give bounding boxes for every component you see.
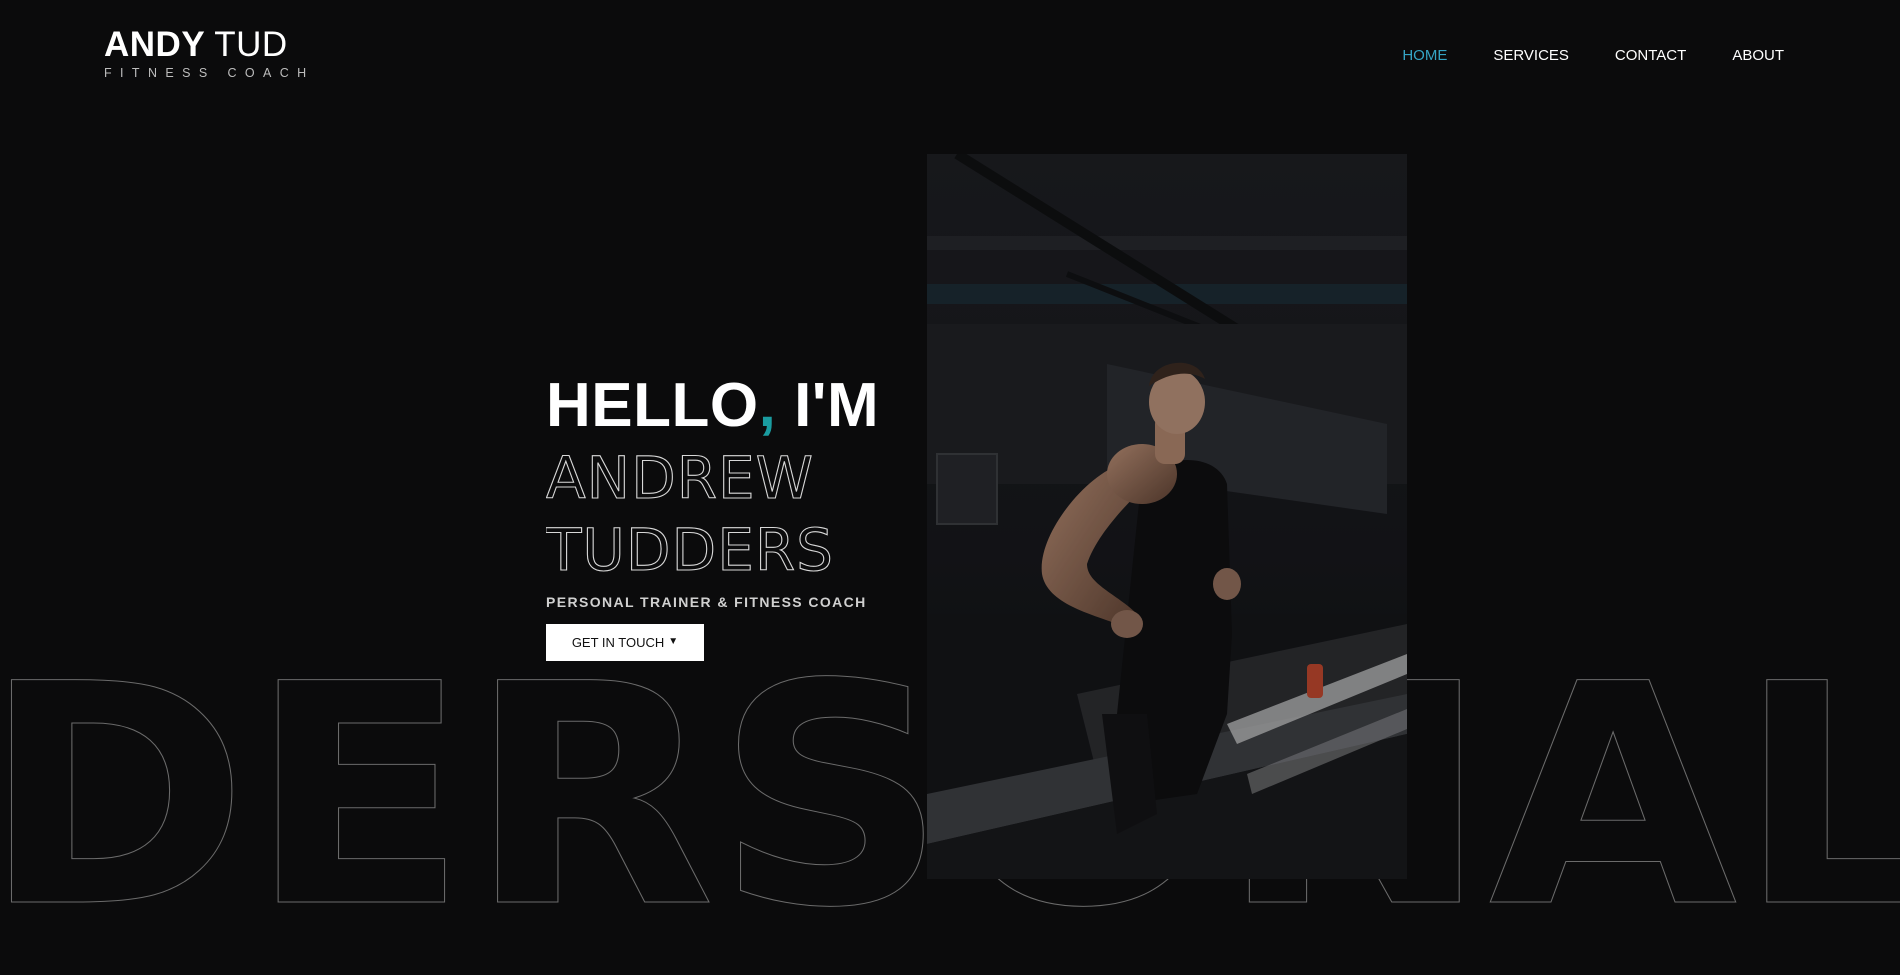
hero-name-outline: ANDREW TUDDERS <box>546 443 834 584</box>
get-in-touch-button[interactable]: GET IN TOUCH ▼ <box>546 624 704 661</box>
greeting-word: HELLO <box>546 371 759 440</box>
site-logo[interactable]: ANDY TUD FITNESS COACH <box>104 26 315 81</box>
logo-subtitle: FITNESS COACH <box>104 66 315 80</box>
nav-item-services[interactable]: SERVICES <box>1493 47 1569 64</box>
hero-photo-illustration <box>927 154 1407 879</box>
nav-item-contact[interactable]: CONTACT <box>1615 47 1686 64</box>
get-in-touch-label: GET IN TOUCH <box>571 635 665 650</box>
nav-item-about[interactable]: ABOUT <box>1732 47 1784 64</box>
greeting-rest: I'M <box>776 371 880 440</box>
page: DERSONAL ANDYTUD FITNESS COACH HOME SERV… <box>0 0 1900 975</box>
logo-title-light: TUD <box>214 25 288 64</box>
hero-greeting: HELLO, I'M <box>546 370 879 442</box>
hero-section: HELLO, I'M ANDREW TUDDERS PERSONAL TRAIN… <box>546 370 879 661</box>
logo-title-bold: ANDY <box>104 25 206 64</box>
main-nav: HOME SERVICES CONTACT ABOUT <box>1402 47 1784 64</box>
nav-item-home[interactable]: HOME <box>1402 47 1447 64</box>
greeting-comma: , <box>758 371 777 440</box>
hero-subtitle: PERSONAL TRAINER & FITNESS COACH <box>546 594 867 610</box>
chevron-down-icon: ▼ <box>668 636 679 647</box>
hero-name-line2: TUDDERS <box>546 516 834 584</box>
logo-title: ANDY TUD <box>104 26 315 64</box>
hero-photo <box>927 154 1407 879</box>
hero-name-line1: ANDREW <box>546 444 814 512</box>
